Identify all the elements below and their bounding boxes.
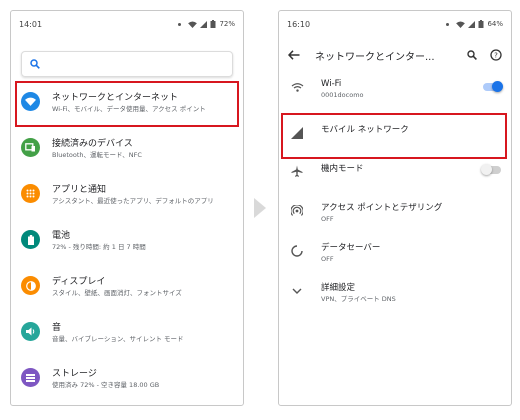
network-item-subtitle: OFF [321, 255, 334, 263]
settings-item-subtitle: Bluetooth、運転モード、NFC [52, 151, 142, 159]
back-arrow-icon[interactable] [287, 48, 301, 62]
highlight-box [15, 81, 239, 127]
settings-item-display[interactable]: ディスプレイ スタイル、壁紙、画面消灯、フォントサイズ [11, 271, 243, 317]
help-icon[interactable]: ? [489, 48, 503, 62]
network-item-title: Wi-Fi [321, 79, 342, 89]
battery-status-icon [478, 20, 484, 28]
network-item-data-saver[interactable]: データセーバー OFF [279, 237, 511, 277]
notification-dot-icon [178, 22, 182, 26]
settings-item-battery[interactable]: 電池 72% - 残り時間: 約 1 日 7 時間 [11, 225, 243, 271]
network-item-subtitle: OFF [321, 215, 334, 223]
status-bar: 14:01 72% [11, 11, 243, 37]
settings-item-title: 電池 [52, 231, 71, 241]
wifi-toggle[interactable] [483, 81, 503, 92]
settings-item-sound[interactable]: 音 音量、バイブレーション、サイレント モード [11, 317, 243, 363]
search-icon [30, 59, 40, 69]
network-item-title: アクセス ポイントとテザリング [321, 203, 443, 213]
settings-item-subtitle: 音量、バイブレーション、サイレント モード [52, 335, 184, 343]
network-item-advanced[interactable]: 詳細設定 VPN、プライベート DNS [279, 277, 511, 317]
search-icon[interactable] [465, 48, 479, 62]
settings-item-devices[interactable]: 接続済みのデバイス Bluetooth、運転モード、NFC [11, 133, 243, 179]
network-item-title: 機内モード [321, 164, 364, 174]
settings-screen: 14:01 72% ネットワークとインターネット Wi-Fi、モバイル、データ使… [10, 10, 244, 406]
network-item-wifi[interactable]: Wi-Fi 0001docomo [279, 73, 511, 113]
apps-icon [21, 184, 40, 203]
signal-status-icon [468, 20, 476, 28]
settings-item-subtitle: 使用済み 72% - 空き容量 18.00 GB [52, 381, 160, 389]
next-arrow-icon [254, 198, 266, 218]
battery-status-icon [210, 20, 216, 28]
battery-percent: 64% [487, 20, 503, 28]
settings-list: ネットワークとインターネット Wi-Fi、モバイル、データ使用量、アクセス ポイ… [11, 87, 243, 405]
svg-text:?: ? [494, 52, 498, 60]
network-item-title: データセーバー [321, 243, 381, 253]
settings-item-title: アプリと通知 [52, 185, 107, 195]
airplane-icon [289, 163, 305, 179]
status-bar: 16:10 64% [279, 11, 511, 37]
chevron-down-icon [289, 283, 305, 299]
storage-icon [21, 368, 40, 387]
network-item-airplane[interactable]: 機内モード [279, 157, 511, 197]
battery-icon [21, 230, 40, 249]
display-icon [21, 276, 40, 295]
settings-item-apps[interactable]: アプリと通知 アシスタント、最近使ったアプリ、デフォルトのアプリ [11, 179, 243, 225]
search-settings-bar[interactable] [21, 51, 233, 77]
volume-icon [21, 322, 40, 341]
settings-item-title: 音 [52, 323, 62, 333]
network-item-title: 詳細設定 [321, 283, 356, 293]
network-item-subtitle: 0001docomo [321, 91, 364, 99]
app-bar: ネットワークとインター... ? [279, 37, 511, 73]
wifi-status-icon [188, 20, 198, 28]
status-time: 14:01 [19, 19, 43, 29]
settings-item-title: ディスプレイ [52, 277, 106, 287]
wifi-status-icon [456, 20, 466, 28]
page-title: ネットワークとインター... [315, 51, 435, 63]
settings-item-subtitle: アシスタント、最近使ったアプリ、デフォルトのアプリ [52, 197, 214, 205]
battery-percent: 72% [219, 20, 235, 28]
devices-icon [21, 138, 40, 157]
settings-item-subtitle: スタイル、壁紙、画面消灯、フォントサイズ [52, 289, 182, 297]
network-settings-list: Wi-Fi 0001docomo モバイル ネットワーク 機内モード アクセス … [279, 73, 511, 317]
highlight-box [281, 113, 507, 159]
settings-item-storage[interactable]: ストレージ 使用済み 72% - 空き容量 18.00 GB [11, 363, 243, 405]
wifi-icon [289, 79, 305, 95]
settings-item-subtitle: 72% - 残り時間: 約 1 日 7 時間 [52, 243, 146, 251]
hotspot-icon [289, 203, 305, 219]
notification-dot-icon [446, 22, 450, 26]
data-saver-icon [289, 243, 305, 259]
network-item-subtitle: VPN、プライベート DNS [321, 295, 396, 303]
airplane-toggle[interactable] [481, 164, 501, 175]
status-time: 16:10 [287, 19, 311, 29]
network-item-hotspot[interactable]: アクセス ポイントとテザリング OFF [279, 197, 511, 237]
signal-status-icon [200, 20, 208, 28]
settings-item-title: 接続済みのデバイス [52, 139, 133, 149]
network-settings-screen: 16:10 64% ネットワークとインター... ? Wi-Fi 0001doc… [278, 10, 512, 406]
settings-item-title: ストレージ [52, 369, 97, 379]
